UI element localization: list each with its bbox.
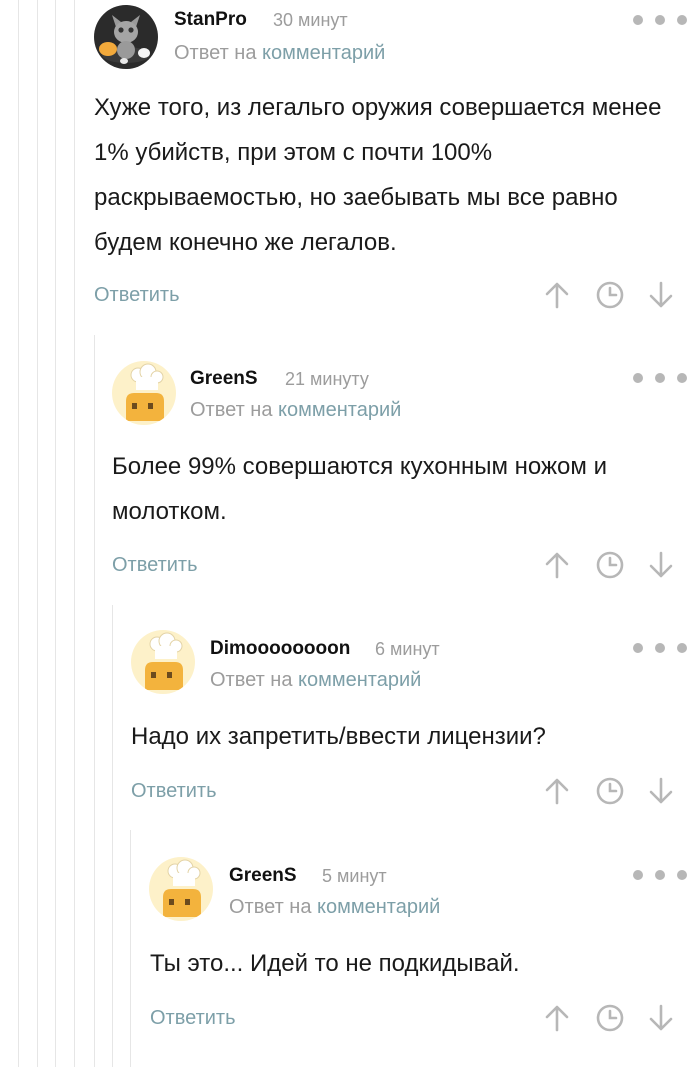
avatar[interactable] bbox=[149, 857, 213, 921]
username[interactable]: GreenS bbox=[229, 865, 297, 887]
arrow-down-icon bbox=[649, 1004, 673, 1031]
upvote-button[interactable] bbox=[542, 1003, 572, 1033]
comment-time: 5 минут bbox=[322, 866, 387, 886]
parent-comment-link[interactable]: комментарий bbox=[317, 896, 440, 918]
reply-to-line: Ответ на комментарий bbox=[229, 896, 440, 919]
comment-text: Ты это... Идей то не подкидывай. bbox=[150, 950, 520, 977]
arrow-up-icon bbox=[545, 1005, 569, 1032]
comment: GreenS 5 минут Ответ на комментарий Ты э… bbox=[0, 0, 700, 1067]
more-options-icon[interactable] bbox=[632, 869, 688, 881]
reply-button[interactable]: Ответить bbox=[150, 1007, 236, 1030]
clock-icon bbox=[596, 1004, 624, 1032]
chef-avatar-icon bbox=[149, 857, 213, 921]
save-button[interactable] bbox=[595, 1003, 625, 1033]
downvote-button[interactable] bbox=[646, 1003, 676, 1033]
reply-prefix: Ответ на bbox=[229, 896, 312, 918]
